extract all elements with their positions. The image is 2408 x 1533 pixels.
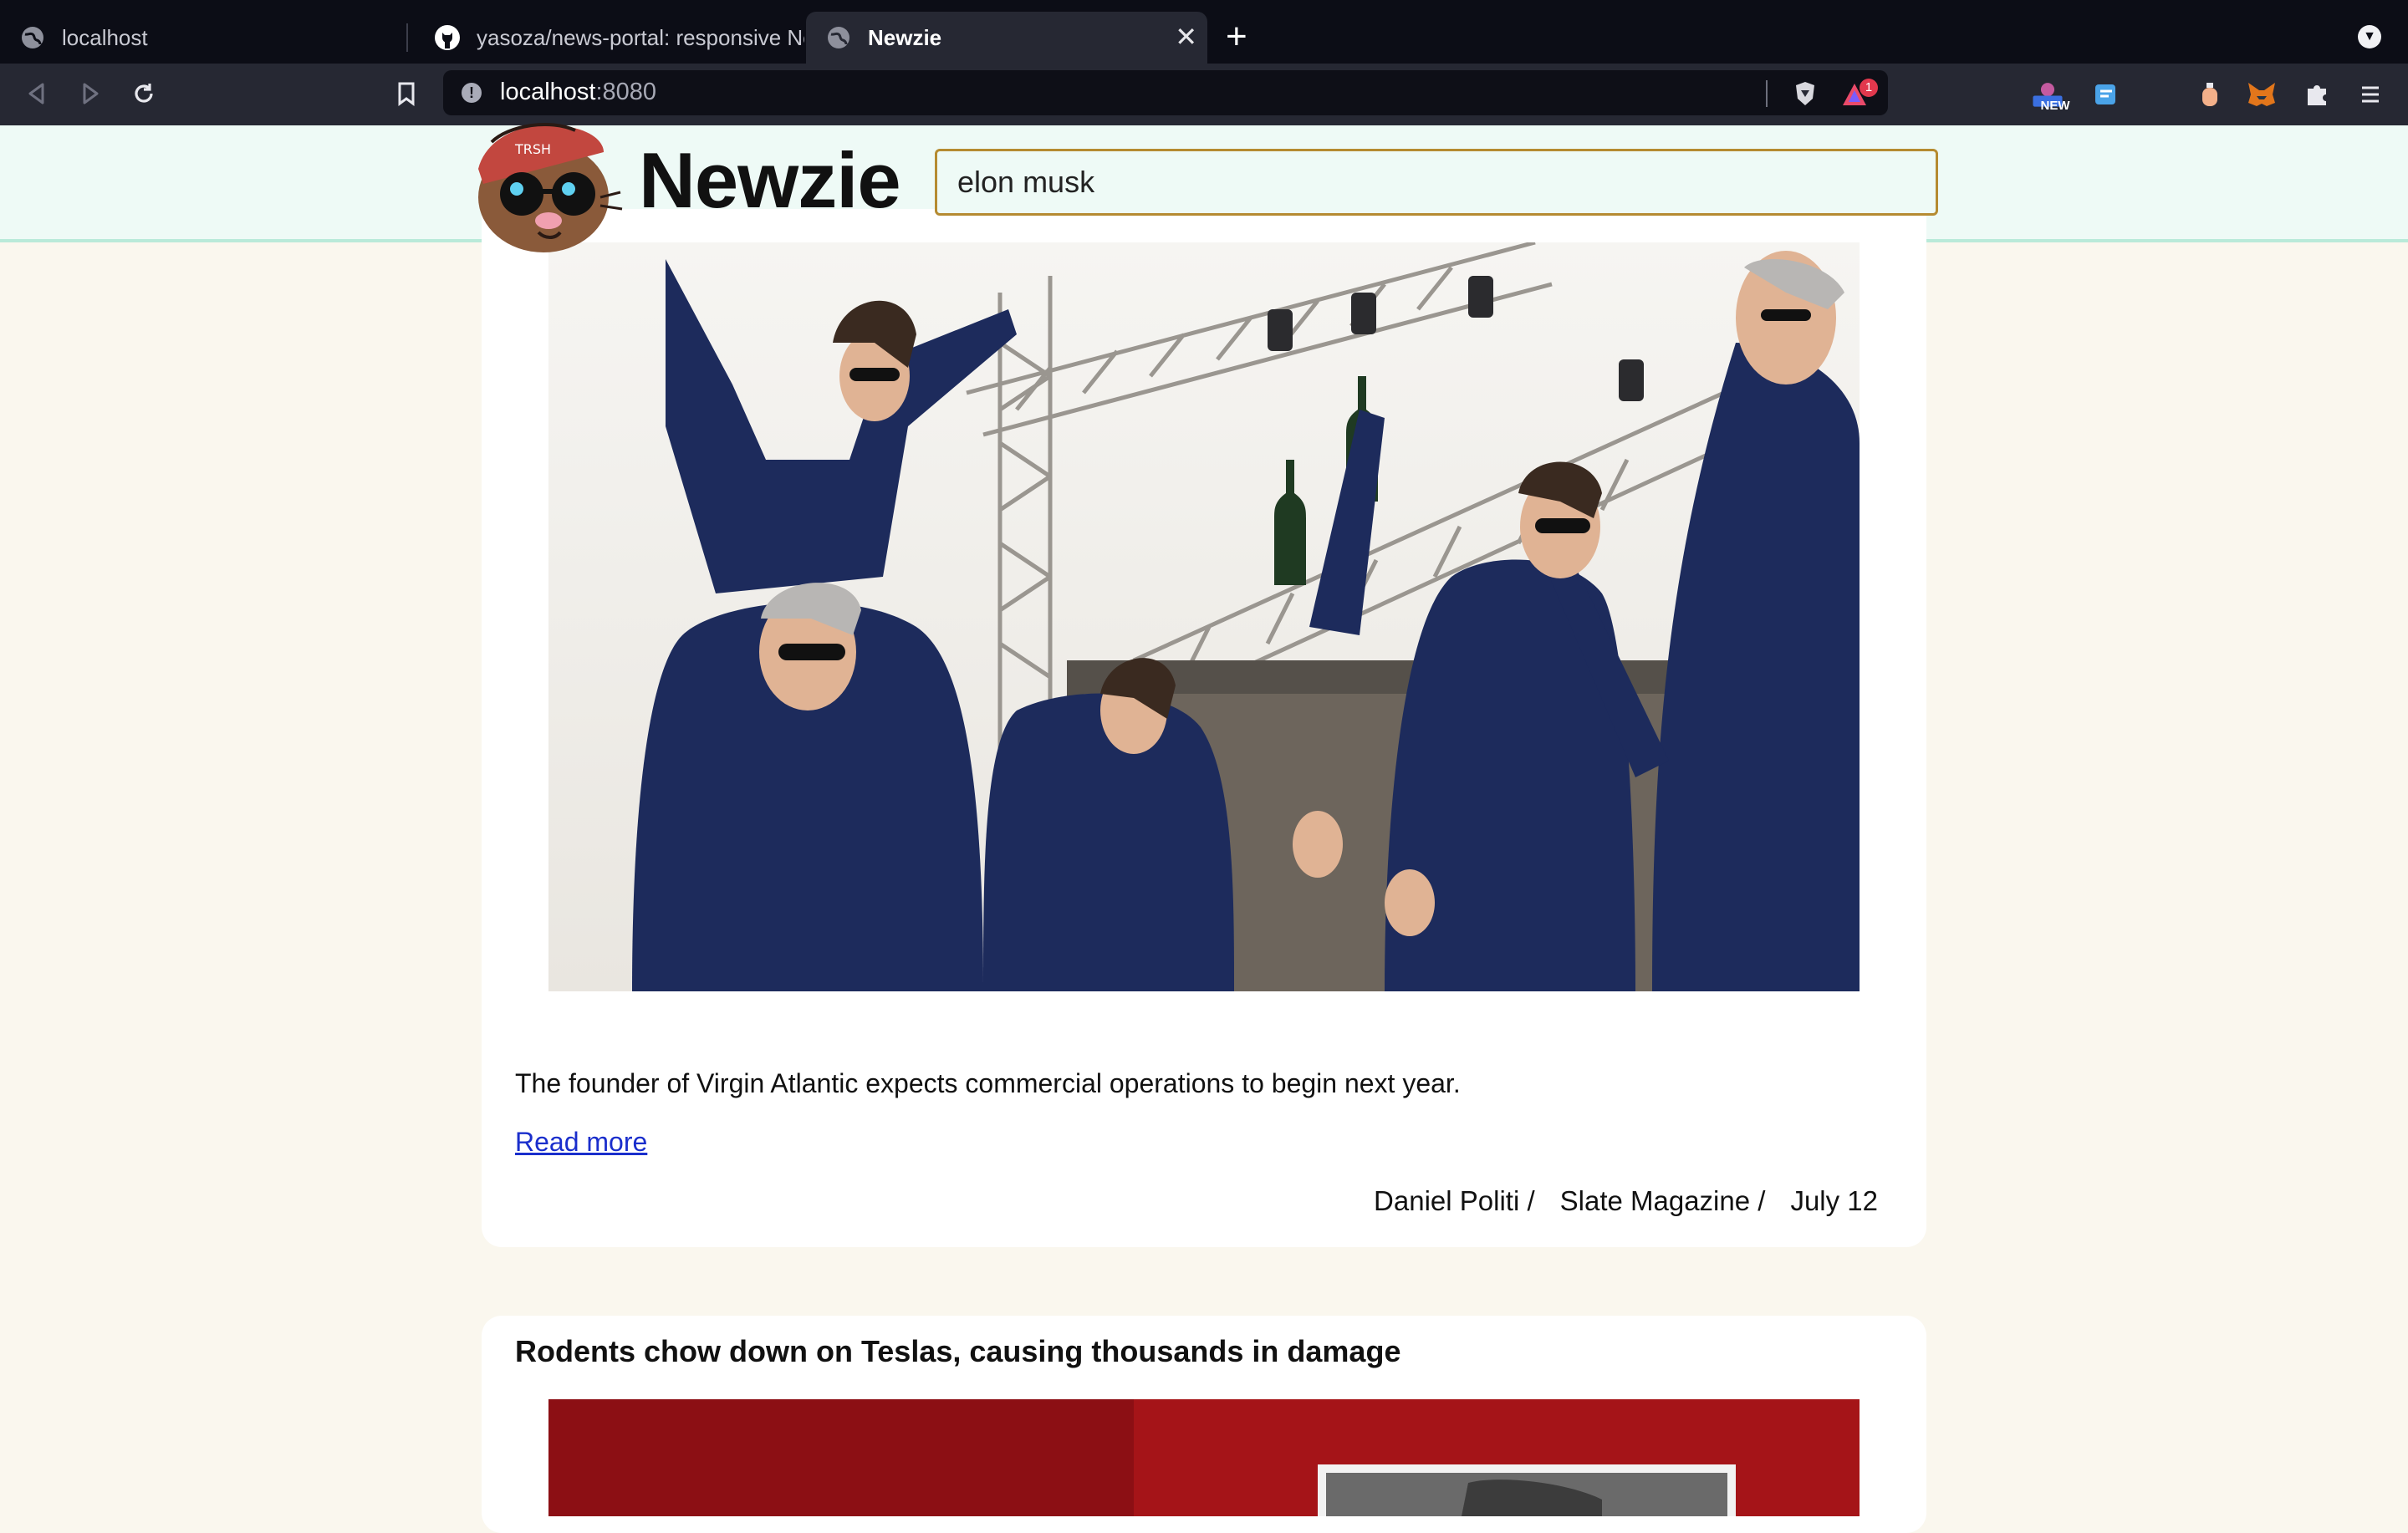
svg-text:TRSH: TRSH [514,141,551,157]
brave-rewards-icon[interactable]: 1 [1841,79,1878,113]
globe-icon [20,25,45,50]
article-meta: Daniel Politi / Slate Magazine / July 12 [1374,1185,1878,1217]
browser-tab-bar: localhost yasoza/news-portal: responsive… [0,0,2408,64]
moon-extension-icon[interactable] [2144,79,2176,110]
tab-separator [406,23,408,52]
url-host: localhost [500,79,596,105]
extension-badge: NEW [2040,99,2070,113]
bottle-extension-icon[interactable] [2194,79,2226,110]
tab-label: localhost [62,24,148,50]
article-description: The founder of Virgin Atlantic expects c… [515,1068,1461,1098]
site-info-icon[interactable]: ! [462,83,482,103]
menu-icon[interactable] [2354,79,2386,110]
article-image[interactable] [548,1399,1860,1516]
bookmark-icon[interactable] [390,77,423,110]
brave-shields-icon[interactable] [1793,80,1818,111]
search-input[interactable] [935,149,1938,216]
tab-localhost[interactable]: localhost [0,12,405,64]
address-bar-divider [1766,80,1768,107]
tab-github[interactable]: yasoza/news-portal: responsive Ne [415,12,804,64]
url-port: :8080 [595,79,657,105]
github-icon [435,25,460,50]
extensions-puzzle-icon[interactable] [2301,79,2333,110]
globe-icon [826,25,851,50]
extension-new-icon[interactable]: NEW [2032,79,2070,113]
tab-search-icon[interactable]: ▼ [2358,25,2381,48]
article-source: Slate Magazine / [1559,1185,1766,1216]
address-bar[interactable]: ! localhost:8080 1 [443,70,1888,115]
tab-label: Newzie [868,24,942,50]
article-author: Daniel Politi / [1374,1185,1535,1216]
new-tab-button[interactable]: + [1226,18,1247,55]
url-text[interactable]: localhost:8080 [500,79,656,106]
site-brand-title[interactable]: Newzie [639,135,901,226]
close-tab-icon[interactable]: ✕ [1175,23,1197,50]
article-date: July 12 [1790,1185,1878,1216]
forward-icon[interactable] [74,77,107,110]
article-title[interactable]: Rodents chow down on Teslas, causing tho… [515,1334,1400,1369]
article-image[interactable] [548,242,1860,991]
notification-badge: 1 [1860,79,1878,97]
tab-label: yasoza/news-portal: responsive Ne [477,24,804,50]
reload-icon[interactable] [127,77,161,110]
back-icon[interactable] [20,77,54,110]
translate-extension-icon[interactable] [2090,79,2122,110]
read-more-link[interactable]: Read more [515,1127,647,1158]
newzie-logo-icon[interactable]: TRSH [467,117,625,257]
tab-newzie[interactable]: Newzie ✕ [806,12,1207,64]
metamask-fox-icon[interactable] [2246,79,2278,110]
